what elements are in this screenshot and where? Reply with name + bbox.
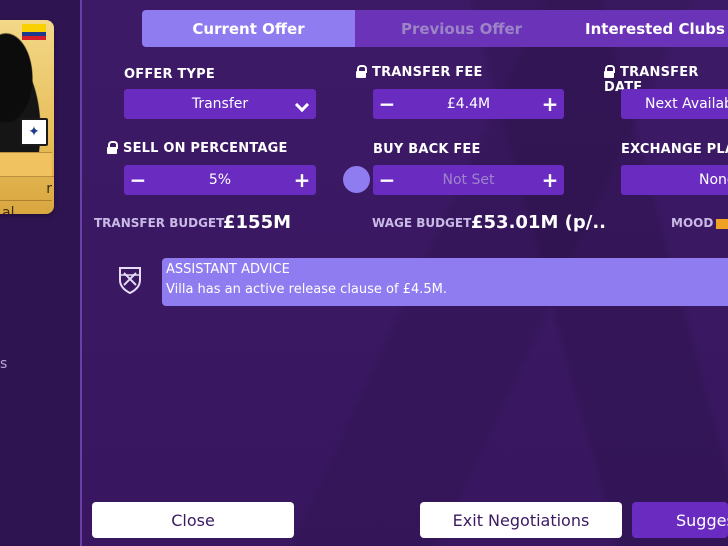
mood-indicator	[716, 219, 728, 229]
player-card[interactable]: ✦ r al	[0, 20, 54, 214]
decrease-buy-back-button[interactable]: −	[373, 165, 401, 195]
exchange-player-value: None	[699, 172, 728, 188]
exchange-player-label: EXCHANGE PLAYE	[621, 142, 728, 157]
tab-interested-clubs[interactable]: Interested Clubs	[568, 10, 728, 47]
decrease-fee-button[interactable]: −	[373, 89, 401, 119]
advice-title: ASSISTANT ADVICE	[166, 262, 290, 277]
advice-text: Villa has an active release clause of £4…	[166, 282, 447, 297]
sell-on-value: 5%	[208, 172, 232, 188]
transfer-fee-value: £4.4M	[446, 96, 491, 112]
offer-type-label: OFFER TYPE	[124, 67, 215, 82]
transfer-fee-label: TRANSFER FEE	[356, 65, 483, 80]
player-card-row-3: al	[0, 200, 52, 214]
buy-back-toggle[interactable]	[343, 166, 370, 193]
chevron-down-icon	[288, 95, 316, 114]
wage-budget-label: WAGE BUDGET	[372, 216, 472, 230]
offer-type-value: Transfer	[191, 96, 249, 112]
transfer-fee-stepper[interactable]: − £4.4M +	[373, 89, 564, 119]
side-label: s	[0, 356, 8, 372]
lock-icon[interactable]	[107, 141, 118, 154]
club-shield-icon	[118, 266, 142, 295]
buy-back-stepper[interactable]: − Not Set +	[373, 165, 564, 195]
mood-label: MOOD	[671, 216, 714, 230]
assistant-advice-panel: ASSISTANT ADVICE Villa has an active rel…	[162, 258, 728, 306]
tab-previous-offer[interactable]: Previous Offer	[355, 10, 568, 47]
transfer-date-value: Next Availab	[645, 96, 728, 112]
buy-back-label: BUY BACK FEE	[373, 142, 481, 157]
increase-fee-button[interactable]: +	[536, 89, 564, 119]
tab-current-offer[interactable]: Current Offer	[142, 10, 355, 47]
player-side-panel: ✦ r al s	[0, 0, 82, 546]
wage-budget-value: £53.01M (p/..	[471, 212, 606, 233]
decrease-sell-on-button[interactable]: −	[124, 165, 152, 195]
sell-on-label: SELL ON PERCENTAGE	[107, 141, 288, 156]
exit-negotiations-button[interactable]: Exit Negotiations	[420, 502, 622, 538]
sell-on-stepper[interactable]: − 5% +	[124, 165, 316, 195]
close-button[interactable]: Close	[92, 502, 294, 538]
flag-icon	[22, 24, 46, 40]
transfer-budget-value: £155M	[223, 212, 292, 233]
suggest-button[interactable]: Sugges	[632, 502, 728, 538]
exchange-player-dropdown[interactable]: None	[621, 165, 728, 195]
offer-tabs: Current Offer Previous Offer Interested …	[142, 10, 728, 47]
increase-sell-on-button[interactable]: +	[288, 165, 316, 195]
player-card-row-2: r	[0, 176, 54, 201]
offer-type-dropdown[interactable]: Transfer	[124, 89, 316, 119]
player-card-row-1	[0, 152, 52, 177]
transfer-budget-label: TRANSFER BUDGET	[94, 216, 225, 230]
increase-buy-back-button[interactable]: +	[536, 165, 564, 195]
transfer-date-dropdown[interactable]: Next Availab	[621, 89, 728, 119]
buy-back-value: Not Set	[442, 172, 495, 188]
club-badge-icon: ✦	[20, 118, 48, 146]
lock-icon[interactable]	[604, 65, 615, 78]
lock-icon[interactable]	[356, 65, 367, 78]
